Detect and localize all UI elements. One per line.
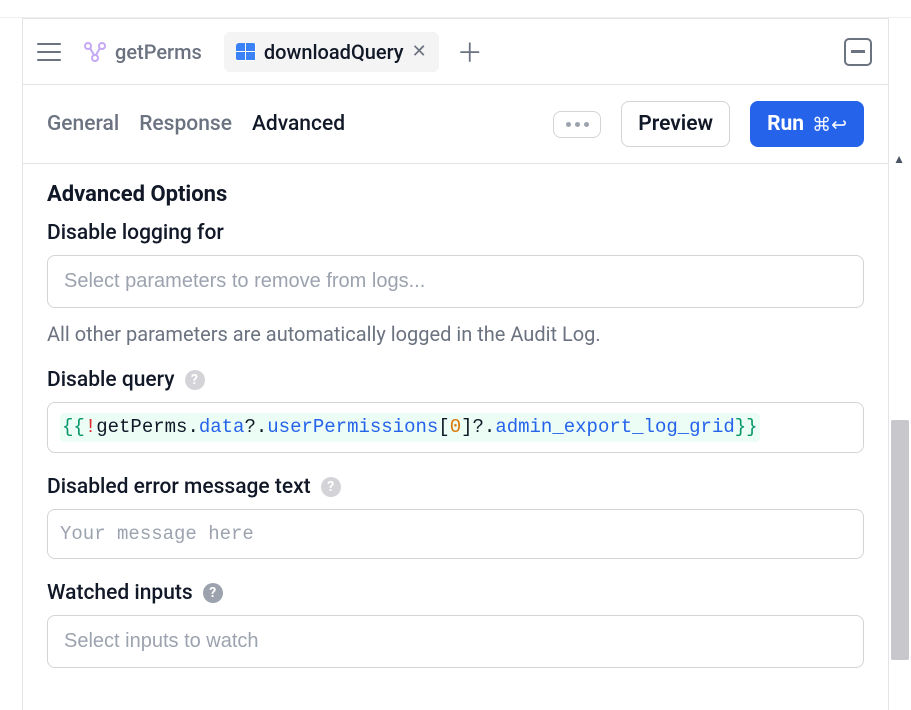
query-action-bar: General Response Advanced Preview Run ⌘↩ [23, 85, 888, 164]
watched-inputs-field: Watched inputs ? [47, 581, 864, 668]
tab-label: getPerms [115, 40, 202, 64]
subtab-general[interactable]: General [47, 112, 119, 136]
code-token: . [256, 416, 267, 438]
watched-inputs-input[interactable] [47, 615, 864, 668]
tab-getperms[interactable]: getPerms [71, 32, 214, 72]
disabled-error-input[interactable] [47, 509, 864, 560]
scroll-up-arrow-icon[interactable]: ▲ [893, 152, 905, 166]
code-token: . [187, 416, 198, 438]
help-icon[interactable]: ? [321, 477, 341, 497]
code-token: 0 [450, 416, 461, 438]
subtab-response[interactable]: Response [139, 112, 232, 136]
disabled-error-field: Disabled error message text ? [47, 475, 864, 560]
code-token: ? [473, 416, 484, 438]
scroll-thumb[interactable] [891, 420, 909, 660]
code-token: }} [735, 416, 758, 438]
code-token: admin_export_log_grid [495, 416, 734, 438]
collapse-panel-icon[interactable] [844, 38, 872, 66]
code-token: ! [85, 416, 96, 438]
code-token: userPermissions [267, 416, 438, 438]
graph-icon [83, 41, 107, 63]
close-icon[interactable]: ✕ [412, 41, 427, 62]
subtab-advanced[interactable]: Advanced [252, 112, 345, 136]
disable-logging-label: Disable logging for [47, 221, 864, 245]
disable-query-input[interactable]: {{!getPerms.data?.userPermissions[0]?.ad… [47, 402, 864, 453]
more-options-button[interactable] [553, 111, 601, 138]
code-token: [ [438, 416, 449, 438]
preview-label: Preview [638, 112, 713, 136]
code-token: getPerms [96, 416, 187, 438]
disable-query-field: Disable query ? {{!getPerms.data?.userPe… [47, 368, 864, 453]
section-title: Advanced Options [47, 182, 864, 207]
code-token: ? [244, 416, 255, 438]
watched-inputs-label: Watched inputs [47, 581, 193, 605]
code-token: {{ [62, 416, 85, 438]
run-button[interactable]: Run ⌘↩ [750, 101, 864, 147]
add-tab-button[interactable]: ＋ [449, 33, 491, 70]
disable-logging-field: Disable logging for All other parameters… [47, 221, 864, 346]
code-token: data [199, 416, 245, 438]
scrollbar[interactable]: ▲ [889, 0, 909, 710]
help-icon[interactable]: ? [185, 370, 205, 390]
table-icon [236, 43, 256, 61]
run-label: Run [767, 112, 804, 136]
tab-downloadquery[interactable]: downloadQuery ✕ [224, 32, 439, 72]
tab-label: downloadQuery [264, 40, 404, 64]
help-icon[interactable]: ? [203, 583, 223, 603]
disabled-error-label: Disabled error message text [47, 475, 311, 499]
disable-query-label: Disable query [47, 368, 175, 392]
query-tab-bar: getPerms downloadQuery ✕ ＋ [23, 19, 888, 85]
code-token: . [484, 416, 495, 438]
disable-logging-input[interactable] [47, 255, 864, 308]
menu-icon[interactable] [37, 43, 61, 61]
query-editor-panel: getPerms downloadQuery ✕ ＋ General Respo… [22, 18, 889, 710]
code-token: ] [461, 416, 472, 438]
run-shortcut: ⌘↩ [812, 113, 847, 136]
disable-logging-help: All other parameters are automatically l… [47, 322, 864, 346]
advanced-options-scroll: Advanced Options Disable logging for All… [23, 164, 888, 710]
ellipsis-icon [566, 122, 589, 127]
preview-button[interactable]: Preview [621, 101, 730, 147]
